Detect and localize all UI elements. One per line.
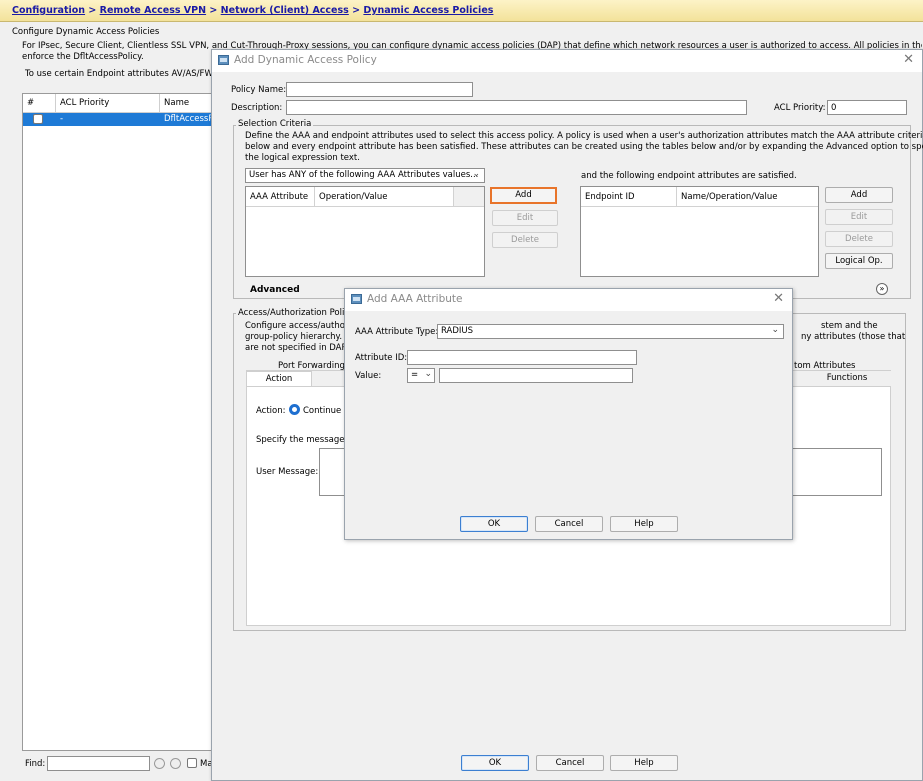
attribute-id-input[interactable]	[407, 350, 637, 365]
policy-name-input[interactable]	[286, 82, 473, 97]
main-intro-line2: enforce the DfltAccessPolicy.	[22, 52, 144, 62]
endpoint-edit-button[interactable]: Edit	[825, 209, 893, 225]
selection-criteria-desc3: the logical expression text.	[245, 153, 360, 163]
operator-value: =	[411, 370, 419, 380]
add-aaa-attribute-dialog: Add AAA Attribute ✕ AAA Attribute Type: …	[344, 288, 793, 540]
value-input[interactable]	[439, 368, 633, 383]
message-instructions: Specify the message th	[256, 435, 356, 445]
find-label: Find:	[25, 759, 46, 769]
dap-cancel-button[interactable]: Cancel	[536, 755, 604, 771]
col-header-endpoint-id[interactable]: Endpoint ID	[581, 187, 677, 206]
radio-selected-icon	[289, 404, 300, 415]
aaa-type-select[interactable]: RADIUS ⌄	[437, 324, 784, 339]
aaa-type-value: RADIUS	[441, 326, 474, 336]
access-policy-desc3-left: are not specified in DAP).	[245, 343, 353, 353]
main-group-title: Configure Dynamic Access Policies	[12, 27, 160, 37]
aaa-cancel-button[interactable]: Cancel	[535, 516, 603, 532]
endpoint-delete-button[interactable]: Delete	[825, 231, 893, 247]
col-header-acl-priority[interactable]: ACL Priority	[56, 94, 160, 113]
aaa-match-value: User has ANY of the following AAA Attrib…	[249, 170, 479, 180]
attribute-id-label: Attribute ID:	[355, 353, 408, 363]
policy-table: # ACL Priority Name - DfltAccessPolicy	[22, 93, 223, 751]
match-case-checkbox[interactable]	[187, 758, 197, 768]
chevron-down-icon: ⌄	[771, 325, 779, 335]
action-continue-label: Continue	[303, 406, 342, 416]
aaa-delete-button[interactable]: Delete	[492, 232, 558, 248]
endpoint-add-button[interactable]: Add	[825, 187, 893, 203]
aaa-help-button[interactable]: Help	[610, 516, 678, 532]
close-icon[interactable]: ✕	[773, 291, 784, 306]
col-header-name-operation-value[interactable]: Name/Operation/Value	[677, 187, 818, 206]
action-label: Action:	[256, 406, 286, 416]
dap-help-button[interactable]: Help	[610, 755, 678, 771]
tab-action[interactable]: Action	[246, 371, 312, 386]
aaa-match-select[interactable]: User has ANY of the following AAA Attrib…	[245, 168, 485, 183]
tab-functions[interactable]: Functions	[812, 373, 882, 383]
col-header-number[interactable]: #	[23, 94, 56, 113]
advanced-label[interactable]: Advanced	[250, 285, 300, 295]
value-label: Value:	[355, 371, 382, 381]
breadcrumb-separator: >	[209, 5, 218, 16]
aaa-type-label: AAA Attribute Type:	[355, 327, 439, 337]
breadcrumb-remote-access-vpn[interactable]: Remote Access VPN	[100, 5, 206, 16]
policy-name-label: Policy Name:	[231, 85, 287, 95]
add-aaa-title-bar: Add AAA Attribute ✕	[345, 289, 792, 311]
logical-op-button[interactable]: Logical Op.	[825, 253, 893, 269]
row-acl-priority: -	[60, 114, 64, 124]
main-intro-line3: To use certain Endpoint attributes AV/AS…	[25, 69, 221, 79]
description-label: Description:	[231, 103, 283, 113]
policy-table-header: # ACL Priority Name	[23, 94, 221, 113]
user-message-label: User Message:	[256, 467, 319, 477]
acl-priority-input[interactable]	[827, 100, 907, 115]
col-header-aaa-attribute[interactable]: AAA Attribute	[246, 187, 315, 206]
dialog-app-icon	[218, 55, 229, 65]
selection-criteria-title: Selection Criteria	[236, 119, 314, 129]
chevron-down-icon: ⌄	[472, 169, 480, 179]
col-header-operation-value[interactable]: Operation/Value	[315, 187, 454, 206]
find-previous-icon[interactable]	[170, 758, 181, 769]
find-next-icon[interactable]	[154, 758, 165, 769]
selection-criteria-desc1: Define the AAA and endpoint attributes u…	[245, 131, 923, 141]
chevron-down-icon: ⌄	[424, 369, 432, 379]
breadcrumb-configuration[interactable]: Configuration	[12, 5, 85, 16]
acl-priority-label: ACL Priority:	[774, 103, 826, 113]
selection-criteria-desc2: below and every endpoint attribute has b…	[245, 142, 923, 152]
add-dap-title: Add Dynamic Access Policy	[234, 54, 377, 66]
find-input[interactable]	[47, 756, 150, 771]
aaa-ok-button[interactable]: OK	[460, 516, 528, 532]
endpoint-attributes-table: Endpoint ID Name/Operation/Value	[580, 186, 819, 277]
add-aaa-title: Add AAA Attribute	[367, 293, 463, 305]
action-continue-radio[interactable]: Continue	[289, 404, 341, 416]
access-policy-title: Access/Authorization Policy	[236, 308, 357, 318]
expand-advanced-icon[interactable]: »	[876, 283, 888, 295]
row-checkbox[interactable]	[33, 114, 43, 124]
aaa-edit-button[interactable]: Edit	[492, 210, 558, 226]
breadcrumb-dynamic-access-policies[interactable]: Dynamic Access Policies	[363, 5, 493, 16]
aaa-add-button[interactable]: Add	[490, 187, 557, 204]
table-row[interactable]: - DfltAccessPolicy	[23, 113, 223, 126]
breadcrumb-separator: >	[352, 5, 361, 16]
description-input[interactable]	[286, 100, 747, 115]
breadcrumb-separator: >	[88, 5, 97, 16]
dialog-app-icon	[351, 294, 362, 304]
access-policy-desc1-right: stem and the	[821, 321, 878, 331]
dap-ok-button[interactable]: OK	[461, 755, 529, 771]
operator-select[interactable]: = ⌄	[407, 368, 435, 383]
add-dap-title-bar: Add Dynamic Access Policy ✕	[212, 50, 922, 72]
col-header-filler	[454, 187, 484, 206]
endpoint-caption: and the following endpoint attributes ar…	[581, 171, 797, 181]
access-policy-desc2-left: group-policy hierarchy. T	[245, 332, 350, 342]
breadcrumb: Configuration > Remote Access VPN > Netw…	[0, 0, 923, 22]
aaa-attributes-table: AAA Attribute Operation/Value	[245, 186, 485, 277]
access-policy-desc2-right: ny attributes (those that	[801, 332, 906, 342]
close-icon[interactable]: ✕	[903, 52, 914, 67]
access-policy-desc1-left: Configure access/authoriz	[245, 321, 356, 331]
breadcrumb-network-client-access[interactable]: Network (Client) Access	[221, 5, 349, 16]
